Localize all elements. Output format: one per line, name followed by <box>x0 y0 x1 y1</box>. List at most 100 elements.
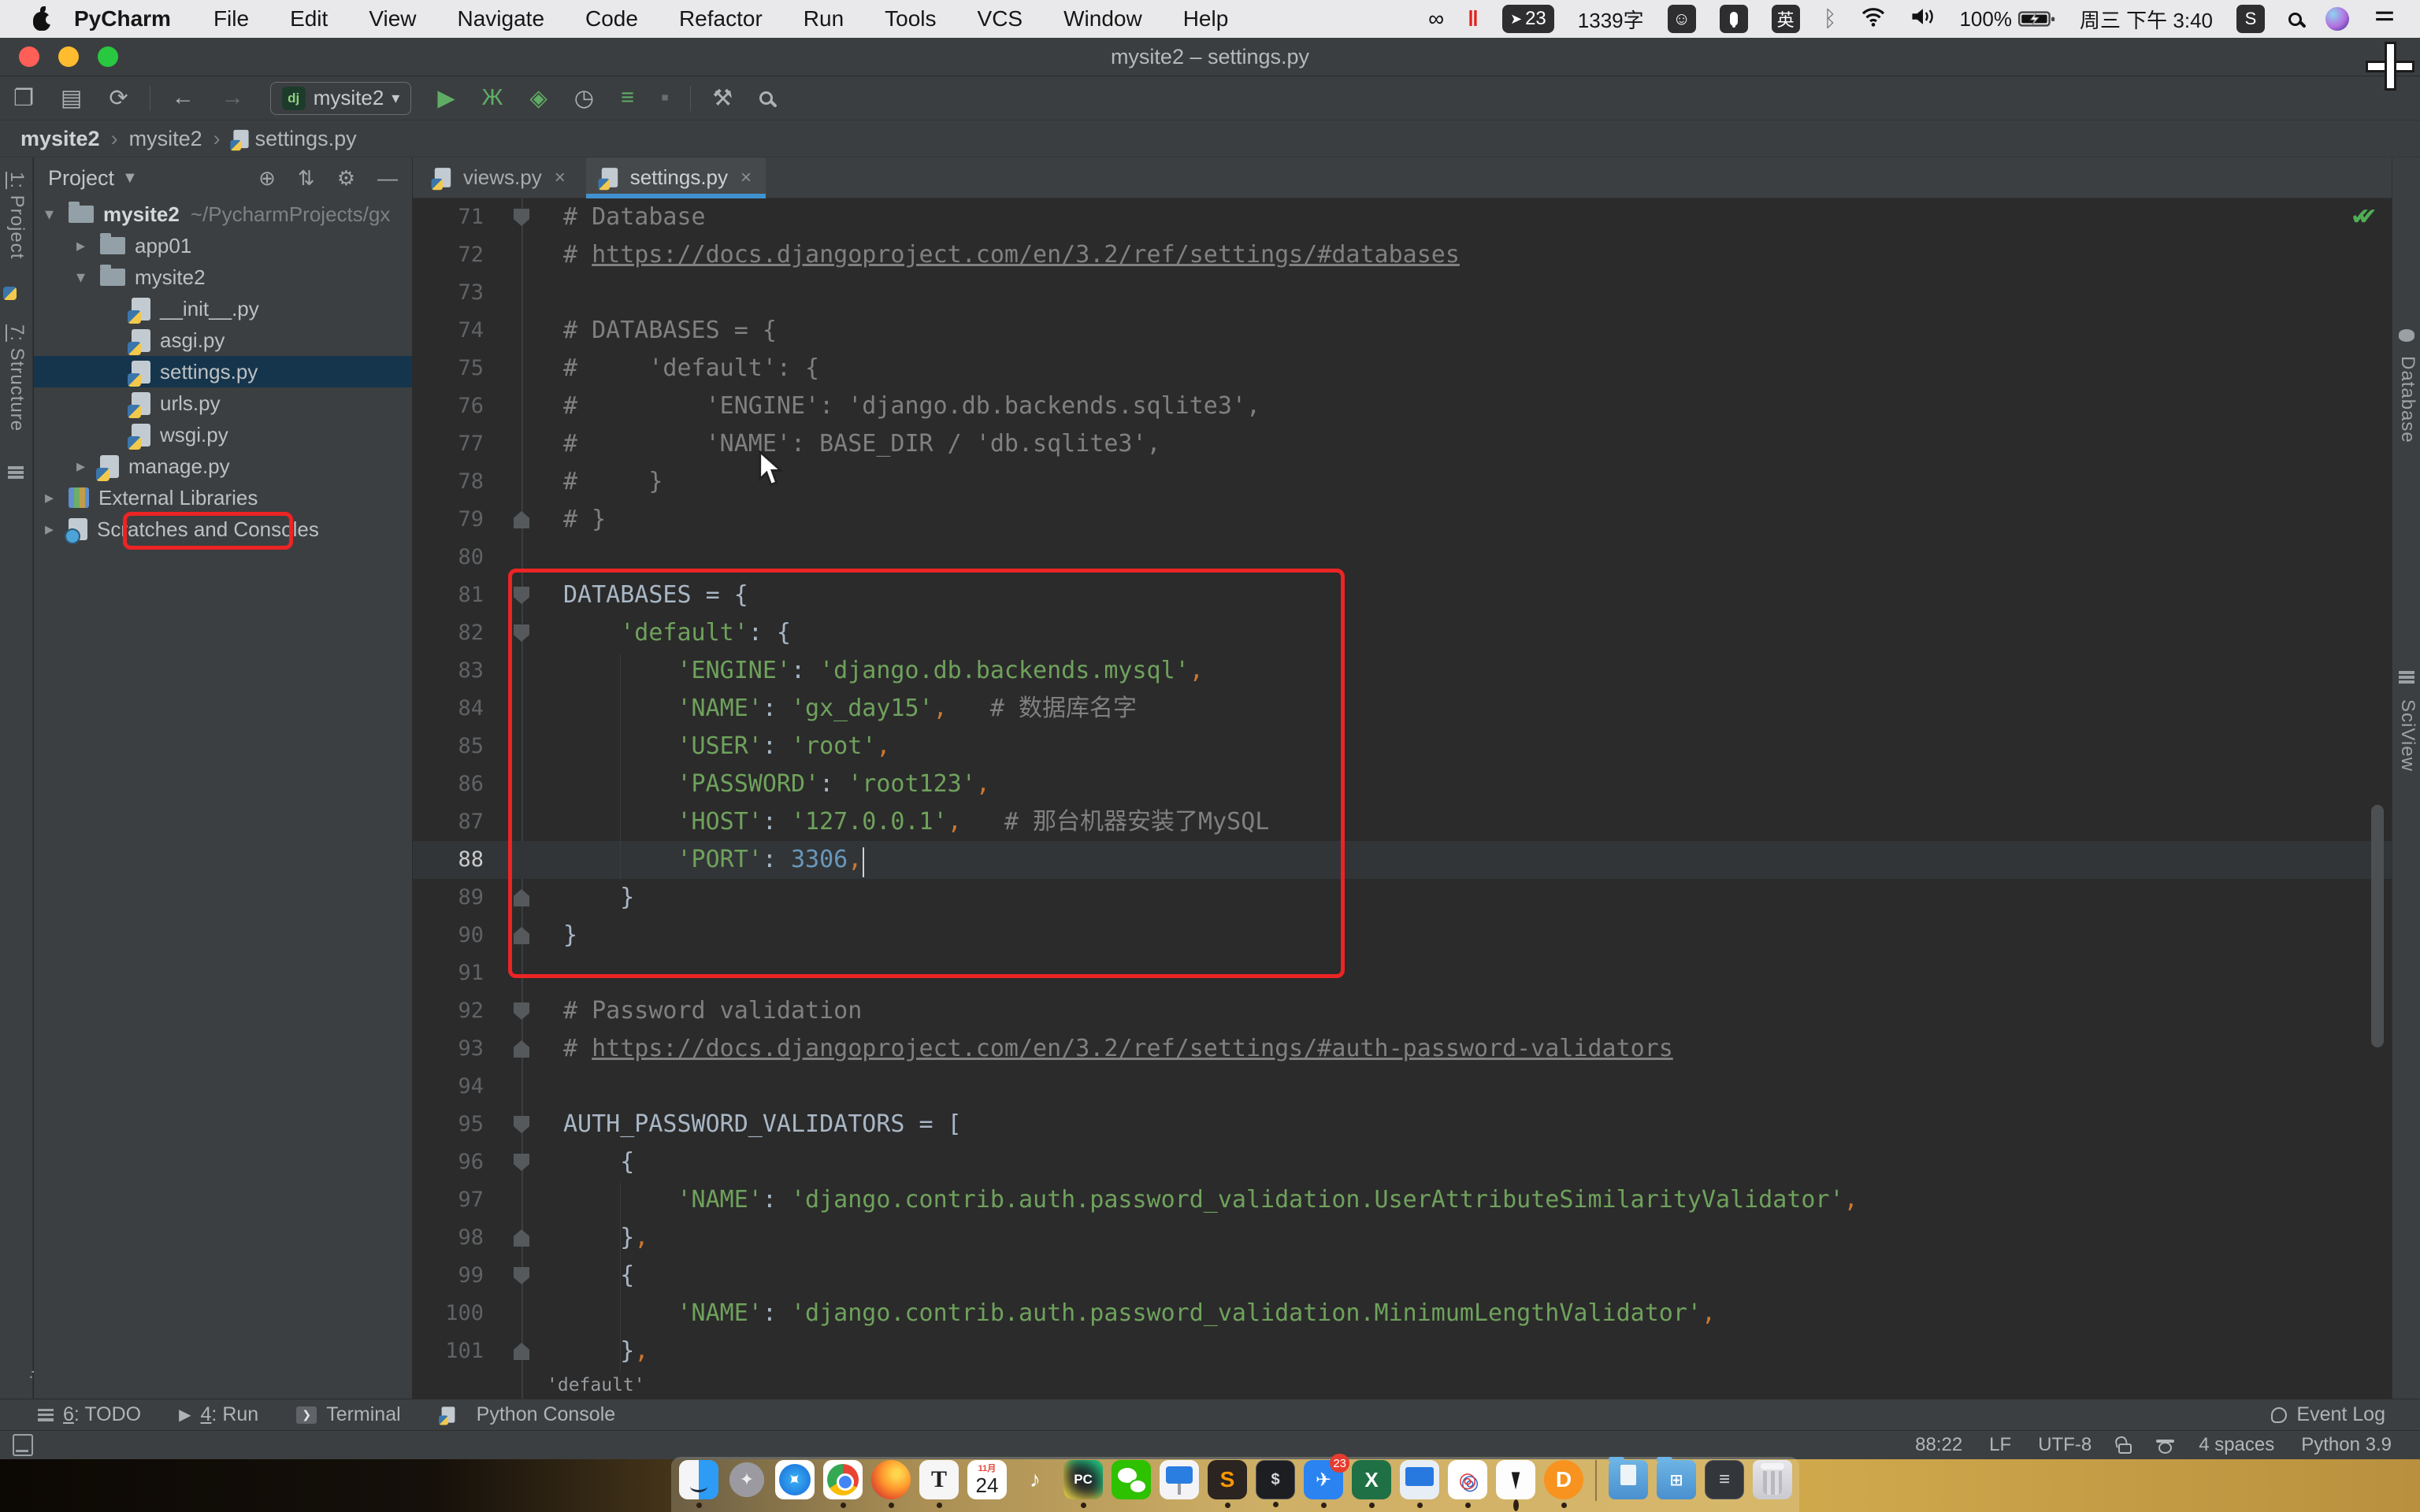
pycharm-dock-icon[interactable]: PC <box>1063 1460 1103 1499</box>
code-line-100[interactable]: 100 'NAME': 'django.contrib.auth.passwor… <box>413 1295 2392 1332</box>
code-line-99[interactable]: 99 { <box>413 1257 2392 1295</box>
menu-edit[interactable]: Edit <box>269 6 348 32</box>
code-line-76[interactable]: 76# 'ENGINE': 'django.db.backends.sqlite… <box>413 387 2392 425</box>
editor-scope-breadcrumb[interactable]: 'default' <box>547 1375 645 1395</box>
tool-window-button-todo[interactable]: 6: TODO <box>38 1403 141 1426</box>
fold-marker-icon[interactable] <box>514 209 529 226</box>
dingtalk-dock-icon[interactable]: ✈23 <box>1304 1460 1343 1499</box>
calendar-dock-icon[interactable]: 11月24 <box>967 1460 1007 1499</box>
settings-icon[interactable]: ⚙ <box>337 166 355 191</box>
word-count[interactable]: 1339字 <box>1578 5 1644 34</box>
inspection-profile-icon[interactable] <box>2158 1442 2172 1454</box>
apple-menu-icon[interactable] <box>30 7 54 31</box>
breadcrumb-item-mysite2[interactable]: mysite2 <box>129 127 202 151</box>
chevron-down-icon[interactable]: ▼ <box>122 169 138 187</box>
tree-item-mysite2[interactable]: ▾mysite2 <box>34 261 412 293</box>
stop-button[interactable]: ▪ <box>648 85 682 111</box>
stackapp-dock-icon[interactable]: ≡ <box>1705 1460 1744 1499</box>
code-line-73[interactable]: 73 <box>413 274 2392 312</box>
notification-center-icon[interactable] <box>2373 7 2396 32</box>
winfolder-dock-icon[interactable]: ⊞ <box>1657 1460 1696 1499</box>
code-line-95[interactable]: 95AUTH_PASSWORD_VALIDATORS = [ <box>413 1106 2392 1143</box>
tool-window-button-python-console[interactable]: Python Console <box>439 1403 616 1426</box>
code-line-78[interactable]: 78# } <box>413 463 2392 501</box>
tieapp-dock-icon[interactable]: ▼ <box>1496 1460 1535 1499</box>
readonly-lock-icon[interactable] <box>2118 1443 2132 1454</box>
spotlight-icon[interactable] <box>2288 13 2302 26</box>
code-line-101[interactable]: 101 }, <box>413 1332 2392 1370</box>
code-line-97[interactable]: 97 'NAME': 'django.contrib.auth.password… <box>413 1181 2392 1219</box>
locate-icon[interactable]: ⊕ <box>258 166 276 191</box>
tab-settings.py[interactable]: settings.py× <box>586 158 766 198</box>
inspections-ok-icon[interactable]: ✔✔ <box>2351 203 2365 231</box>
editor-scrollbar-thumb[interactable] <box>2371 805 2384 1047</box>
fold-marker-icon[interactable] <box>514 1154 529 1171</box>
bluetooth-icon[interactable]: ᛒ <box>1824 6 1837 32</box>
tree-expand-arrow-icon[interactable]: ▸ <box>45 487 69 508</box>
typora-dock-icon[interactable]: T <box>919 1460 959 1499</box>
tree-item-external-libraries[interactable]: ▸External Libraries <box>34 482 412 513</box>
code-line-94[interactable]: 94 <box>413 1068 2392 1106</box>
sync-button[interactable]: ⟳ <box>95 84 141 112</box>
code-line-98[interactable]: 98 }, <box>413 1219 2392 1257</box>
menu-refactor[interactable]: Refactor <box>659 6 783 32</box>
code-line-92[interactable]: 92# Password validation <box>413 992 2392 1030</box>
fold-marker-icon[interactable] <box>514 1229 529 1247</box>
save-button[interactable]: ▤ <box>47 84 95 112</box>
wrench-button[interactable]: ⚒ <box>699 84 746 112</box>
project-panel-title[interactable]: Project <box>48 166 114 191</box>
launchpad-dock-icon[interactable]: ✦ <box>727 1460 766 1499</box>
tool-window-button-terminal[interactable]: ❯Terminal <box>296 1403 400 1426</box>
app-rings-icon[interactable]: ∞ <box>1428 6 1444 32</box>
wechat-dock-icon[interactable] <box>1112 1460 1151 1499</box>
tool-button-database[interactable]: Database <box>2396 356 2418 443</box>
tool-button-project[interactable]: 1: Project <box>6 172 28 259</box>
safari-dock-icon[interactable]: ✦ <box>775 1460 815 1499</box>
fold-marker-icon[interactable] <box>514 511 529 528</box>
finder-dock-icon[interactable] <box>679 1460 718 1499</box>
parallels-dock-icon[interactable] <box>1400 1460 1439 1499</box>
event-log-button[interactable]: Event Log <box>2271 1403 2385 1426</box>
tool-button-structure[interactable]: 7: Structure <box>6 324 28 432</box>
fold-marker-icon[interactable] <box>514 1040 529 1058</box>
tree-item-asgi.py[interactable]: asgi.py <box>34 324 412 356</box>
search-everywhere-button[interactable] <box>746 91 786 105</box>
tree-collapse-arrow-icon[interactable]: ▾ <box>45 204 69 224</box>
fold-marker-icon[interactable] <box>514 1343 529 1360</box>
line-ending[interactable]: LF <box>1989 1434 2011 1456</box>
parallels-pause-icon[interactable]: ‖ <box>1468 6 1479 32</box>
close-icon[interactable]: × <box>740 167 752 189</box>
wifi-icon[interactable] <box>1860 6 1887 32</box>
code-line-72[interactable]: 72# https://docs.djangoproject.com/en/3.… <box>413 236 2392 274</box>
breadcrumb-item-settings.py[interactable]: settings.py <box>255 127 357 151</box>
code-line-75[interactable]: 75# 'default': { <box>413 350 2392 387</box>
run-with-button[interactable]: ≡ <box>607 85 648 111</box>
code-line-93[interactable]: 93# https://docs.djangoproject.com/en/3.… <box>413 1030 2392 1068</box>
tool-button-sciview[interactable]: SciView <box>2396 699 2418 772</box>
back-button[interactable]: ← <box>158 85 208 111</box>
firefox-dock-icon[interactable] <box>871 1460 911 1499</box>
menu-window[interactable]: Window <box>1043 6 1163 32</box>
coverage-button[interactable]: ◈ <box>516 84 560 112</box>
tree-item-app01[interactable]: ▸app01 <box>34 230 412 261</box>
fold-marker-icon[interactable] <box>514 1116 529 1133</box>
code-line-79[interactable]: 79# } <box>413 501 2392 539</box>
run-button[interactable]: ▶ <box>424 84 468 112</box>
menu-tools[interactable]: Tools <box>864 6 956 32</box>
profiler-button[interactable]: ◷ <box>561 84 607 112</box>
menu-clock[interactable]: 周三 下午 3:40 <box>2080 5 2213 34</box>
tree-expand-arrow-icon[interactable]: ▸ <box>76 235 100 256</box>
tree-item-mysite2[interactable]: ▾mysite2~/PycharmProjects/gx <box>34 198 412 230</box>
open-button[interactable]: ❐ <box>0 84 47 112</box>
battery-indicator[interactable]: 100% <box>1959 7 2056 32</box>
tool-window-button-run[interactable]: ▶4: Run <box>179 1403 258 1426</box>
dlfolder-dock-icon[interactable] <box>1609 1460 1648 1499</box>
menu-file[interactable]: File <box>193 6 269 32</box>
netease-music-dock-icon[interactable]: ♪ <box>1015 1460 1055 1499</box>
code-line-77[interactable]: 77# 'NAME': BASE_DIR / 'db.sqlite3', <box>413 425 2392 463</box>
dingtalk-status[interactable]: ➤23 <box>1502 5 1554 33</box>
mic-icon[interactable] <box>1720 5 1748 33</box>
tree-collapse-arrow-icon[interactable]: ▾ <box>76 267 100 287</box>
hide-icon[interactable]: — <box>377 166 398 191</box>
menu-view[interactable]: View <box>348 6 436 32</box>
